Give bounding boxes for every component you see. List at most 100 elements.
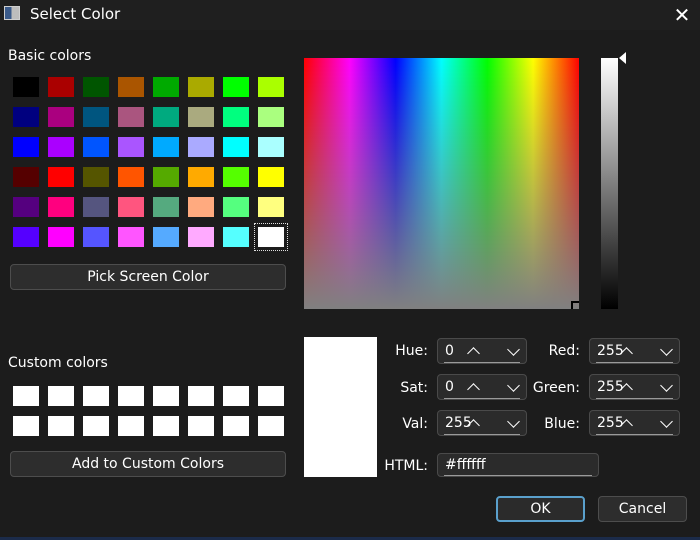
basic-color-swatch[interactable] (258, 107, 284, 127)
basic-color-swatch[interactable] (153, 77, 179, 97)
basic-color-swatch[interactable] (188, 77, 214, 97)
custom-color-swatch[interactable] (188, 386, 214, 406)
cancel-button[interactable]: Cancel (598, 496, 687, 522)
basic-color-swatch[interactable] (118, 107, 144, 127)
basic-color-swatch[interactable] (188, 137, 214, 157)
spectrum-saturation-layer (304, 58, 579, 309)
custom-color-swatch[interactable] (13, 416, 39, 436)
html-color-input[interactable]: #ffffff (437, 453, 599, 477)
basic-color-swatch[interactable] (13, 137, 39, 157)
blue-spinbox[interactable]: 255 (589, 410, 680, 436)
val-spinbox[interactable]: 255 (437, 410, 527, 436)
basic-color-swatch[interactable] (188, 227, 214, 247)
basic-color-swatch[interactable] (48, 137, 74, 157)
basic-color-swatch[interactable] (188, 107, 214, 127)
basic-color-swatch[interactable] (188, 197, 214, 217)
basic-color-swatch[interactable] (118, 167, 144, 187)
color-spectrum[interactable] (304, 58, 579, 309)
basic-color-swatch[interactable] (83, 77, 109, 97)
hue-spinbox[interactable]: 0 (437, 338, 527, 364)
value-slider[interactable] (601, 58, 618, 309)
title-bar: Select Color ✕ (0, 0, 700, 30)
basic-color-swatch[interactable] (223, 167, 249, 187)
custom-color-swatch[interactable] (223, 416, 249, 436)
blue-value: 255 (597, 415, 624, 431)
custom-color-swatch[interactable] (83, 416, 109, 436)
basic-color-swatch[interactable] (153, 227, 179, 247)
custom-color-swatch[interactable] (258, 416, 284, 436)
sat-spinbox[interactable]: 0 (437, 374, 527, 400)
green-value: 255 (597, 379, 624, 395)
basic-color-swatch[interactable] (48, 107, 74, 127)
basic-color-swatch[interactable] (83, 137, 109, 157)
val-label: Val: (402, 416, 428, 432)
custom-color-swatch[interactable] (118, 386, 144, 406)
basic-color-swatch[interactable] (188, 167, 214, 187)
basic-color-swatch[interactable] (48, 77, 74, 97)
custom-color-swatch[interactable] (258, 386, 284, 406)
custom-color-swatch[interactable] (13, 386, 39, 406)
value-slider-arrow-icon[interactable] (619, 52, 626, 64)
basic-color-swatch[interactable] (48, 227, 74, 247)
basic-color-swatch[interactable] (118, 227, 144, 247)
spectrum-crosshair[interactable] (571, 301, 579, 309)
basic-color-swatch[interactable] (48, 197, 74, 217)
custom-color-swatch[interactable] (118, 416, 144, 436)
ok-button[interactable]: OK (496, 496, 585, 522)
basic-color-swatch[interactable] (13, 197, 39, 217)
red-value: 255 (597, 343, 624, 359)
app-icon (4, 6, 20, 20)
html-value: #ffffff (445, 457, 486, 473)
green-spinbox[interactable]: 255 (589, 374, 680, 400)
sat-label: Sat: (400, 380, 428, 396)
custom-colors-label: Custom colors (8, 355, 108, 371)
basic-color-swatch[interactable] (153, 167, 179, 187)
hue-value: 0 (445, 343, 454, 359)
custom-color-swatch[interactable] (48, 416, 74, 436)
basic-color-swatch[interactable] (83, 197, 109, 217)
close-icon[interactable]: ✕ (664, 0, 700, 30)
basic-color-swatch[interactable] (13, 167, 39, 187)
basic-color-swatch[interactable] (258, 167, 284, 187)
basic-color-swatch[interactable] (118, 137, 144, 157)
basic-color-swatch[interactable] (83, 167, 109, 187)
basic-color-swatch[interactable] (258, 137, 284, 157)
pick-screen-color-button[interactable]: Pick Screen Color (10, 264, 286, 290)
basic-color-swatch[interactable] (153, 197, 179, 217)
basic-color-swatch[interactable] (48, 167, 74, 187)
color-preview (304, 337, 377, 477)
basic-color-swatch[interactable] (118, 77, 144, 97)
custom-color-swatch[interactable] (223, 386, 249, 406)
sat-value: 0 (445, 379, 454, 395)
basic-color-swatch[interactable] (258, 197, 284, 217)
basic-color-swatch[interactable] (223, 107, 249, 127)
basic-color-swatch[interactable] (153, 107, 179, 127)
basic-color-swatch[interactable] (153, 137, 179, 157)
basic-color-swatch[interactable] (223, 77, 249, 97)
blue-label: Blue: (544, 416, 580, 432)
basic-color-swatch[interactable] (223, 197, 249, 217)
window-title: Select Color (30, 5, 121, 23)
custom-color-swatch[interactable] (83, 386, 109, 406)
red-label: Red: (548, 343, 580, 359)
basic-color-swatch[interactable] (258, 77, 284, 97)
hue-label: Hue: (395, 343, 428, 359)
basic-color-swatch[interactable] (254, 223, 288, 251)
red-spinbox[interactable]: 255 (589, 338, 680, 364)
green-label: Green: (532, 380, 580, 396)
custom-color-swatch[interactable] (48, 386, 74, 406)
basic-color-swatch[interactable] (13, 107, 39, 127)
custom-color-swatch[interactable] (153, 416, 179, 436)
custom-color-swatch[interactable] (188, 416, 214, 436)
basic-color-swatch[interactable] (83, 107, 109, 127)
basic-color-swatch[interactable] (13, 77, 39, 97)
select-color-dialog: Select Color ✕ Basic colors Pick Screen … (0, 0, 700, 540)
basic-color-swatch[interactable] (223, 227, 249, 247)
basic-color-swatch[interactable] (223, 137, 249, 157)
basic-color-swatch[interactable] (118, 197, 144, 217)
basic-color-swatch[interactable] (13, 227, 39, 247)
basic-color-swatch[interactable] (83, 227, 109, 247)
add-to-custom-colors-button[interactable]: Add to Custom Colors (10, 451, 286, 477)
html-label: HTML: (384, 458, 428, 474)
custom-color-swatch[interactable] (153, 386, 179, 406)
